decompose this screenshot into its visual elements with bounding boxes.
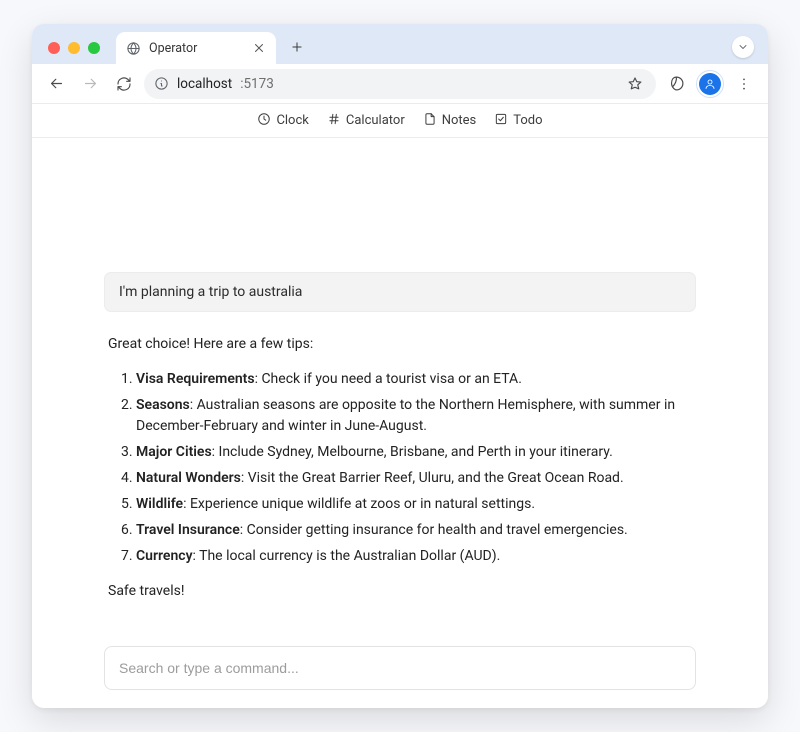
browser-tab[interactable]: Operator	[116, 32, 276, 64]
list-item: Travel Insurance: Consider getting insur…	[136, 520, 692, 541]
user-message: I'm planning a trip to australia	[104, 272, 696, 312]
window-close-button[interactable]	[48, 42, 60, 54]
list-item: Currency: The local currency is the Aust…	[136, 546, 692, 567]
nav-label: Clock	[276, 113, 308, 128]
nav-item-clock[interactable]: Clock	[257, 112, 308, 130]
nav-label: Todo	[513, 113, 542, 128]
address-bar[interactable]: localhost :5173	[144, 69, 656, 99]
user-message-text: I'm planning a trip to australia	[119, 284, 302, 300]
url-port: :5173	[240, 76, 274, 92]
leaf-extension-icon[interactable]	[662, 70, 690, 98]
profile-button[interactable]	[696, 70, 724, 98]
list-item: Visa Requirements: Check if you need a t…	[136, 369, 692, 390]
browser-toolbar: localhost :5173	[32, 64, 768, 104]
clock-icon	[257, 112, 271, 130]
list-item: Major Cities: Include Sydney, Melbourne,…	[136, 442, 692, 463]
tab-title: Operator	[149, 41, 244, 56]
file-icon	[423, 112, 437, 130]
nav-item-calculator[interactable]: Calculator	[327, 112, 405, 130]
nav-label: Calculator	[346, 113, 405, 128]
assistant-message: Great choice! Here are a few tips: Visa …	[104, 334, 696, 616]
check-square-icon	[494, 112, 508, 130]
url-host: localhost	[177, 76, 232, 92]
nav-label: Notes	[442, 113, 477, 128]
forward-button[interactable]	[76, 70, 104, 98]
bookmark-star-icon[interactable]	[624, 73, 646, 95]
tab-strip: Operator	[32, 24, 768, 64]
macos-window-controls	[42, 42, 108, 64]
avatar-icon	[699, 73, 721, 95]
new-tab-button[interactable]	[284, 34, 310, 60]
nav-item-notes[interactable]: Notes	[423, 112, 477, 130]
globe-icon	[126, 41, 141, 56]
main-content: I'm planning a trip to australia Great c…	[32, 138, 768, 708]
tab-close-button[interactable]	[252, 41, 266, 55]
tabs-dropdown-button[interactable]	[732, 36, 754, 58]
assistant-intro: Great choice! Here are a few tips:	[108, 334, 692, 355]
list-item: Natural Wonders: Visit the Great Barrier…	[136, 468, 692, 489]
site-info-icon[interactable]	[154, 76, 169, 91]
hash-icon	[327, 112, 341, 130]
app-nav-bar: Clock Calculator Notes Todo	[32, 104, 768, 138]
back-button[interactable]	[42, 70, 70, 98]
window-maximize-button[interactable]	[88, 42, 100, 54]
assistant-outro: Safe travels!	[108, 581, 692, 602]
list-item: Seasons: Australian seasons are opposite…	[136, 395, 692, 437]
command-input[interactable]	[104, 646, 696, 690]
nav-item-todo[interactable]: Todo	[494, 112, 542, 130]
browser-window: Operator localhost :5173	[32, 24, 768, 708]
tips-list: Visa Requirements: Check if you need a t…	[108, 369, 692, 567]
reload-button[interactable]	[110, 70, 138, 98]
browser-menu-button[interactable]	[730, 70, 758, 98]
window-minimize-button[interactable]	[68, 42, 80, 54]
list-item: Wildlife: Experience unique wildlife at …	[136, 494, 692, 515]
command-input-container	[104, 646, 696, 690]
